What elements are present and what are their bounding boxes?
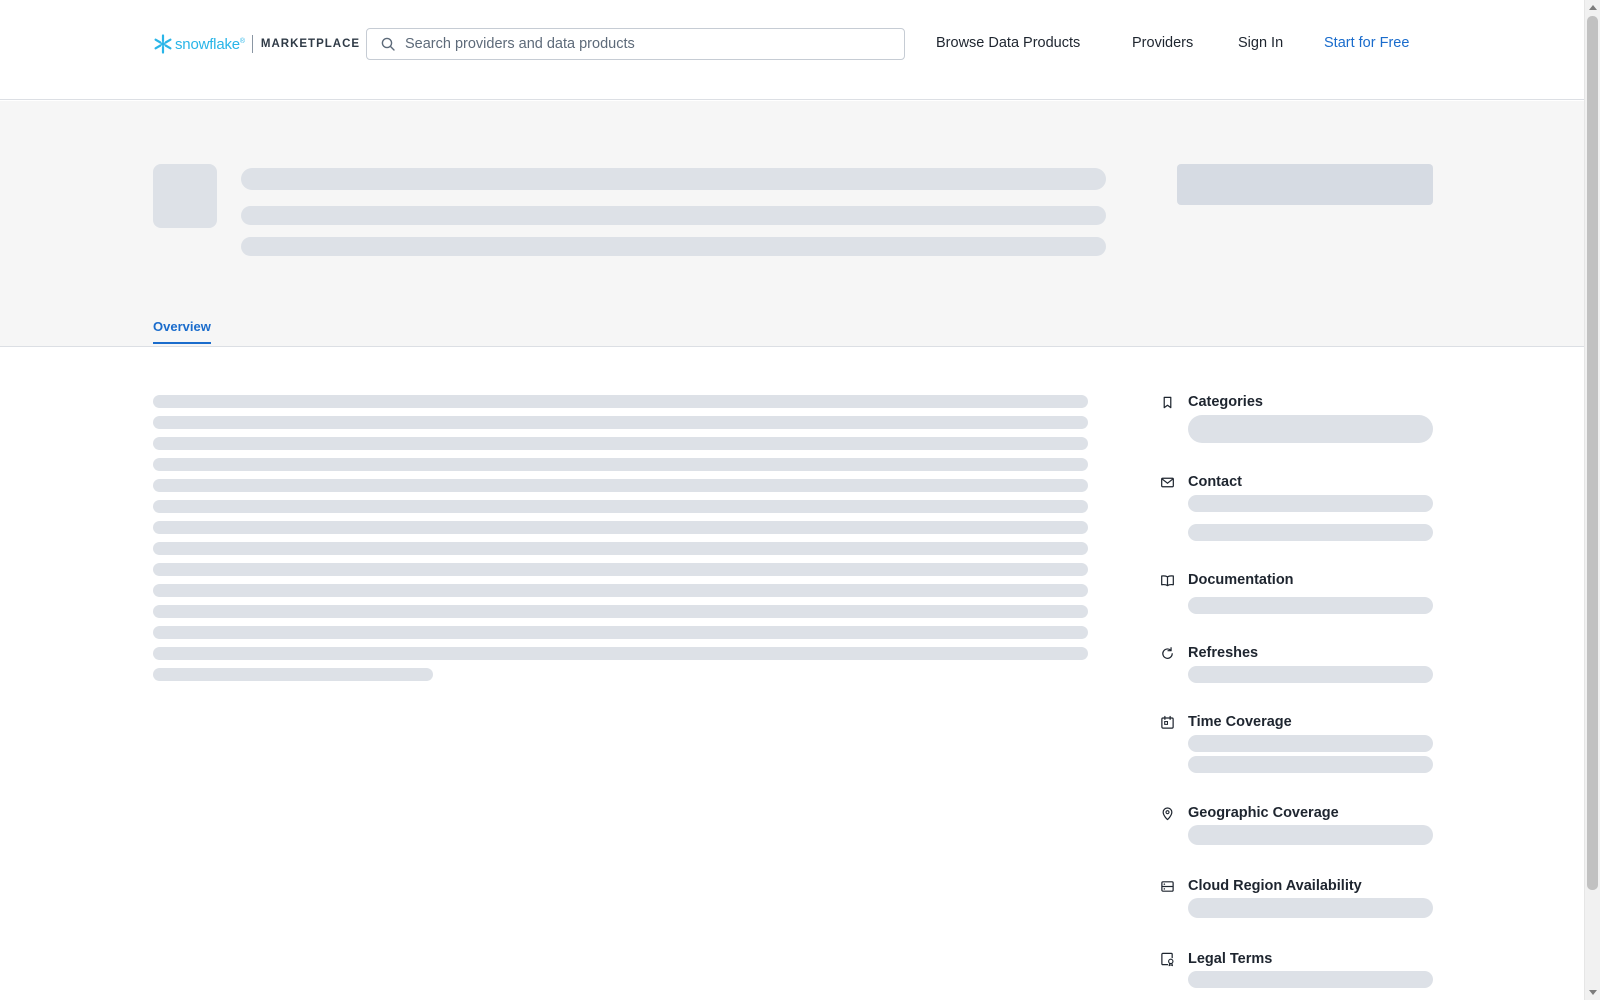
contact-heading: Contact	[1188, 474, 1242, 490]
text-line-skeleton	[153, 395, 1088, 408]
categories-skeleton	[1188, 415, 1433, 443]
text-line-skeleton	[153, 626, 1088, 639]
time-coverage-heading: Time Coverage	[1188, 714, 1292, 730]
listing-title-skeleton	[241, 168, 1106, 190]
bookmark-icon	[1163, 396, 1172, 409]
top-navigation: snowflake® MARKETPLACE Browse Data Produ…	[0, 0, 1584, 100]
text-line-skeleton	[153, 542, 1088, 555]
listing-logo-skeleton	[153, 164, 217, 228]
refresh-icon	[1162, 647, 1173, 659]
search-icon	[381, 37, 395, 51]
time-coverage-skeleton	[1188, 756, 1433, 773]
providers-link[interactable]: Providers	[1132, 35, 1193, 51]
geographic-coverage-skeleton	[1188, 825, 1433, 845]
refreshes-skeleton	[1188, 666, 1433, 683]
page: snowflake® MARKETPLACE Browse Data Produ…	[0, 0, 1600, 1000]
sign-in-link[interactable]: Sign In	[1238, 35, 1283, 51]
text-line-skeleton	[153, 605, 1088, 618]
legal-terms-skeleton	[1188, 971, 1433, 988]
browse-data-products-link[interactable]: Browse Data Products	[936, 35, 1080, 51]
listing-meta-skeleton	[241, 237, 1106, 256]
documentation-skeleton	[1188, 597, 1433, 614]
text-line-skeleton	[153, 479, 1088, 492]
text-line-skeleton	[153, 563, 1088, 576]
tab-overview[interactable]: Overview	[153, 319, 211, 344]
text-line-skeleton	[153, 416, 1088, 429]
cloud-region-skeleton	[1188, 898, 1433, 918]
marketplace-label: MARKETPLACE	[260, 38, 361, 50]
brand-name: snowflake®	[175, 35, 245, 53]
text-line-skeleton	[153, 437, 1088, 450]
text-line-skeleton	[153, 500, 1088, 513]
text-line-skeleton	[153, 647, 1088, 660]
text-line-skeleton	[153, 458, 1088, 471]
legal-terms-heading: Legal Terms	[1188, 951, 1273, 967]
search-box[interactable]	[366, 28, 905, 60]
refreshes-heading: Refreshes	[1188, 645, 1259, 661]
snowflake-logo-icon	[154, 34, 172, 54]
listing-subtitle-skeleton	[241, 206, 1106, 225]
marketplace-logo[interactable]: snowflake® MARKETPLACE	[153, 33, 360, 55]
start-for-free-link[interactable]: Start for Free	[1324, 35, 1409, 51]
contact-skeleton	[1188, 524, 1433, 541]
documentation-heading: Documentation	[1188, 572, 1294, 588]
scroll-up-icon[interactable]	[1589, 5, 1597, 10]
calendar-icon	[1161, 715, 1174, 729]
page-content: snowflake® MARKETPLACE Browse Data Produ…	[0, 0, 1584, 1000]
listing-header: Overview	[0, 101, 1584, 347]
scrollbar-thumb[interactable]	[1587, 16, 1598, 890]
contact-skeleton	[1188, 495, 1433, 512]
certificate-icon	[1161, 952, 1174, 967]
book-icon	[1161, 575, 1174, 587]
time-coverage-skeleton	[1188, 735, 1433, 752]
map-pin-icon	[1162, 807, 1173, 821]
text-line-skeleton	[153, 521, 1088, 534]
geographic-coverage-heading: Geographic Coverage	[1188, 805, 1339, 821]
scroll-down-icon[interactable]	[1589, 990, 1597, 995]
text-line-skeleton	[153, 584, 1088, 597]
page-scrollbar[interactable]	[1584, 0, 1600, 1000]
cloud-region-heading: Cloud Region Availability	[1188, 878, 1362, 894]
search-input[interactable]	[405, 36, 885, 52]
server-icon	[1161, 881, 1174, 892]
logo-divider	[251, 35, 253, 53]
mail-icon	[1161, 477, 1174, 488]
text-line-skeleton	[153, 668, 433, 681]
get-button-skeleton	[1177, 164, 1433, 205]
categories-heading: Categories	[1188, 394, 1263, 410]
